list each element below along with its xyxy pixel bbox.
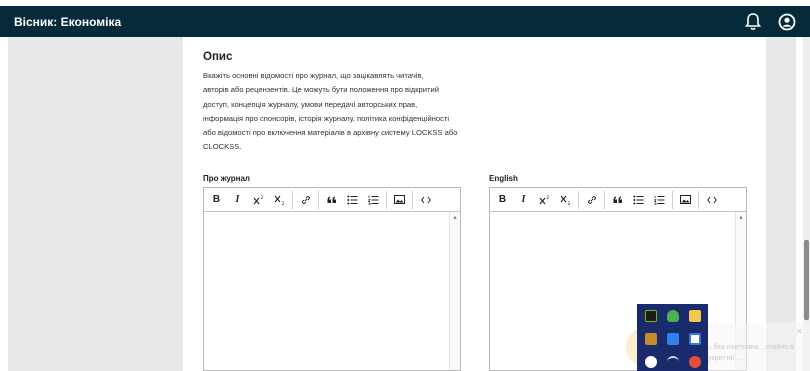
- scroll-up-arrow-icon[interactable]: ▲: [452, 215, 458, 221]
- svg-text:2: 2: [567, 201, 570, 205]
- description-line: Вкажіть основні відомості про журнал, що…: [203, 71, 424, 80]
- subscript-icon[interactable]: 2: [555, 190, 576, 210]
- superscript-icon[interactable]: 2: [534, 190, 555, 210]
- italic-icon[interactable]: I: [227, 190, 248, 210]
- svg-text:2: 2: [281, 201, 284, 205]
- code-icon[interactable]: [701, 190, 722, 210]
- image-icon[interactable]: [675, 190, 696, 210]
- cloud-sync-icon[interactable]: [667, 310, 679, 322]
- subscript-icon[interactable]: 2: [269, 190, 290, 210]
- system-tray-popup: [637, 304, 708, 371]
- nvidia-icon[interactable]: [645, 310, 657, 322]
- bold-icon[interactable]: B: [206, 190, 227, 210]
- user-account-icon[interactable]: [778, 13, 796, 31]
- page-scrollbar-thumb[interactable]: [804, 240, 809, 320]
- bullet-list-icon[interactable]: [628, 190, 649, 210]
- toolbar-separator: [386, 190, 387, 209]
- left-edge: [0, 37, 8, 371]
- top-bar: Вісник: Економіка: [0, 0, 810, 37]
- journal-title[interactable]: Вісник: Економіка: [14, 15, 121, 29]
- editor-content-area[interactable]: [204, 212, 460, 370]
- toolbar-separator: [412, 190, 413, 209]
- description-line: доступ, концепція журналу, умови передач…: [203, 99, 418, 109]
- editor-toolbar: B I 2 2: [204, 188, 460, 212]
- toolbar-separator: [292, 190, 293, 209]
- page-scrollbar[interactable]: [803, 37, 810, 371]
- numbered-list-icon[interactable]: [363, 190, 384, 210]
- description-line: або відомості про включення матеріалів в…: [203, 128, 458, 138]
- italic-icon[interactable]: I: [513, 190, 534, 210]
- wifi-icon[interactable]: [667, 356, 679, 368]
- package-icon[interactable]: [645, 333, 657, 345]
- link-icon[interactable]: [581, 190, 602, 210]
- network-icon[interactable]: [667, 333, 679, 345]
- toolbar-separator: [672, 190, 673, 209]
- rich-text-editor-about[interactable]: B I 2 2 ▲: [203, 187, 461, 371]
- bullet-list-icon[interactable]: [342, 190, 363, 210]
- antivirus-icon[interactable]: [689, 356, 701, 368]
- toolbar-separator: [604, 190, 605, 209]
- section-title: Опис: [203, 51, 233, 63]
- link-icon[interactable]: [295, 190, 316, 210]
- superscript-icon[interactable]: 2: [248, 190, 269, 210]
- svg-text:2: 2: [546, 195, 549, 201]
- close-icon[interactable]: ✕: [796, 327, 803, 336]
- field-label-english: English: [489, 174, 518, 183]
- toolbar-separator: [318, 190, 319, 209]
- section-description: Вкажіть основні відомості про журнал, що…: [203, 69, 503, 155]
- description-line: CLOCKSS.: [203, 142, 242, 152]
- bell-icon[interactable]: [744, 12, 762, 32]
- blockquote-icon[interactable]: [607, 190, 628, 210]
- code-icon[interactable]: [415, 190, 436, 210]
- numbered-list-icon[interactable]: [649, 190, 670, 210]
- description-line: інформація про спонсорів, історія журнал…: [203, 113, 450, 123]
- editor-toolbar: B I 2 2: [490, 188, 746, 212]
- toolbar-separator: [698, 190, 699, 209]
- toolbar-separator: [578, 190, 579, 209]
- display-icon[interactable]: [689, 333, 701, 345]
- chrome-icon[interactable]: [645, 356, 657, 368]
- svg-text:2: 2: [260, 195, 263, 201]
- image-icon[interactable]: [389, 190, 410, 210]
- description-line: авторів або рецензентів. Це можуть бути …: [203, 85, 439, 95]
- bold-icon[interactable]: B: [492, 190, 513, 210]
- scroll-up-arrow-icon[interactable]: ▲: [738, 215, 744, 221]
- field-label-about: Про журнал: [203, 174, 251, 183]
- shield-icon[interactable]: [689, 310, 701, 322]
- notification-text: ...бка повітряна ...егайно в укриття! ..…: [708, 344, 794, 362]
- editor-scrollbar[interactable]: ▲: [449, 212, 460, 370]
- blockquote-icon[interactable]: [321, 190, 342, 210]
